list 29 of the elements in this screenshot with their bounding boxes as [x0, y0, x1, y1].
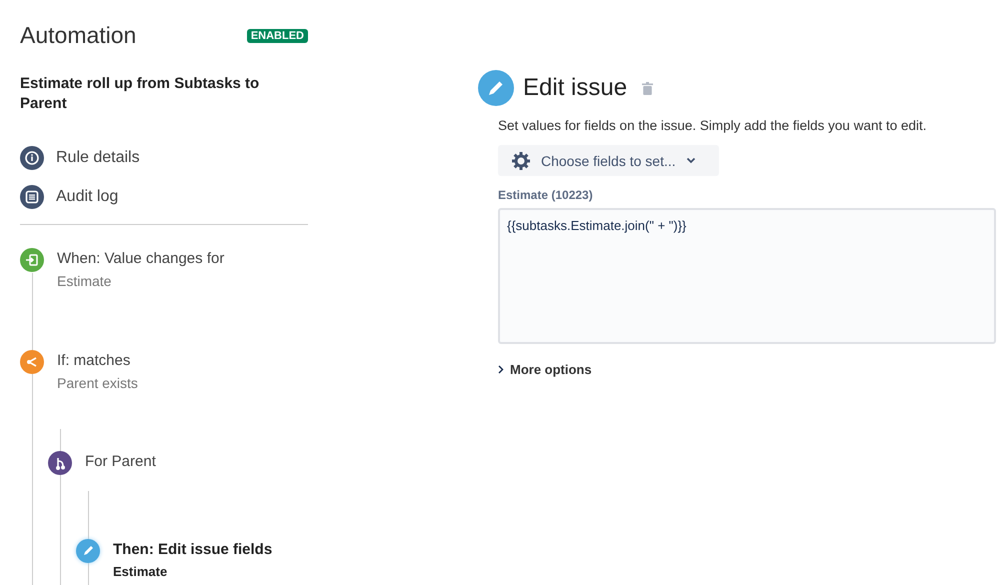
step-title[interactable]: Then: Edit issue fields: [113, 541, 272, 558]
list-icon: [20, 185, 44, 209]
step-title[interactable]: When: Value changes for: [57, 250, 224, 267]
sidebar-link[interactable]: Audit log: [56, 188, 118, 206]
chevron-right-icon: [498, 365, 504, 374]
status-badge: ENABLED: [246, 28, 308, 42]
editor-title: Edit issue: [523, 74, 628, 102]
trigger-icon: [20, 248, 44, 272]
pencil-icon: [478, 70, 514, 106]
settings-icon: [511, 150, 531, 170]
chevron-down-icon: [686, 157, 696, 164]
branch-icon: [48, 451, 72, 475]
more-options-link[interactable]: More options: [510, 362, 592, 377]
editor-description: Set values for fields on the issue. Simply add the fields you want to edit.: [498, 118, 928, 133]
page-title: Automation: [20, 22, 136, 49]
trash-icon[interactable]: [642, 82, 654, 94]
condition-icon: [20, 350, 44, 374]
step-subtitle: Parent exists: [57, 375, 138, 391]
step-title[interactable]: If: matches: [57, 352, 138, 369]
step-subtitle: Estimate: [57, 273, 112, 289]
step-title[interactable]: For Parent: [85, 453, 156, 470]
rule-name: Estimate roll up from Subtasks to Parent: [20, 74, 260, 114]
field-label: Estimate (10223): [498, 188, 594, 202]
action-icon: [76, 539, 100, 563]
info-icon: [20, 146, 44, 170]
step-subtitle: Estimate: [113, 564, 168, 579]
estimate-field[interactable]: {{subtasks.Estimate.join(" + ")}}: [498, 208, 996, 344]
sidebar-link[interactable]: Rule details: [56, 149, 140, 167]
choose-fields-dropdown[interactable]: Choose fields to set...: [498, 145, 719, 176]
